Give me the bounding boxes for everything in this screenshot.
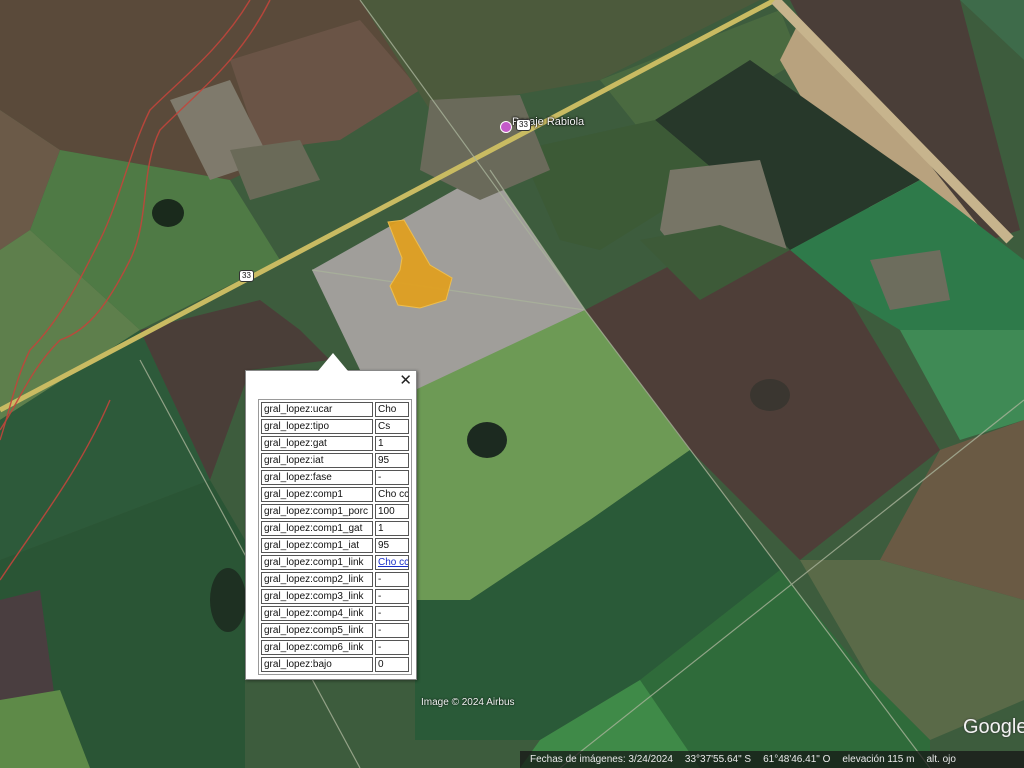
attribute-value: - (375, 623, 409, 638)
attribute-key: gral_lopez:comp6_link (261, 640, 373, 655)
table-row: gral_lopez:comp2_link - (261, 572, 409, 587)
attribute-value: - (375, 589, 409, 604)
attribute-key: gral_lopez:bajo (261, 657, 373, 672)
longitude-readout: 61°48'46.41" O (763, 754, 831, 765)
table-row: gral_lopez:comp1_iat 95 (261, 538, 409, 553)
feature-info-popup: ✕ gral_lopez:ucar Cho gral_lopez:tipo Cs gra… (245, 353, 417, 680)
attribute-value: 100 (375, 504, 409, 519)
attribute-value: - (375, 606, 409, 621)
attribute-key: gral_lopez:comp1_porc (261, 504, 373, 519)
attribute-value: 95 (375, 538, 409, 553)
attribute-key: gral_lopez:gat (261, 436, 373, 451)
attribute-key: gral_lopez:comp5_link (261, 623, 373, 638)
table-row: gral_lopez:gat 1 (261, 436, 409, 451)
table-row: gral_lopez:fase - (261, 470, 409, 485)
latitude-readout: 33°37'55.64" S (684, 754, 752, 765)
attribute-value: - (375, 572, 409, 587)
attribute-value: 1 (375, 436, 409, 451)
eye-altitude-readout: alt. ojo (926, 754, 956, 765)
close-icon[interactable]: ✕ (399, 373, 412, 388)
attribute-value: 1 (375, 521, 409, 536)
attribute-value: Cho (375, 402, 409, 417)
imagery-date: Fechas de imágenes: 3/24/2024 (530, 754, 673, 765)
table-row: gral_lopez:comp4_link - (261, 606, 409, 621)
place-marker-icon[interactable] (500, 121, 512, 133)
attribute-link[interactable]: Cho cc (375, 555, 409, 570)
attribute-value: - (375, 640, 409, 655)
status-bar: Fechas de imágenes: 3/24/2024 33°37'55.6… (520, 751, 1024, 768)
table-row: gral_lopez:comp1_link Cho cc (261, 555, 409, 570)
attribute-key: gral_lopez:fase (261, 470, 373, 485)
route-shield-icon: 33 (239, 270, 254, 282)
attribute-key: gral_lopez:comp2_link (261, 572, 373, 587)
table-row: gral_lopez:bajo 0 (261, 657, 409, 672)
attribute-key: gral_lopez:comp1_link (261, 555, 373, 570)
route-shield-icon: 33 (516, 119, 531, 131)
imagery-credit: Image © 2024 Airbus (421, 697, 515, 708)
table-row: gral_lopez:comp1_gat 1 (261, 521, 409, 536)
table-row: gral_lopez:iat 95 (261, 453, 409, 468)
table-row: gral_lopez:comp1 Cho cc (261, 487, 409, 502)
table-row: gral_lopez:comp5_link - (261, 623, 409, 638)
attribute-key: gral_lopez:comp1 (261, 487, 373, 502)
attribute-table: gral_lopez:ucar Cho gral_lopez:tipo Cs gral_… (258, 399, 412, 675)
table-row: gral_lopez:ucar Cho (261, 402, 409, 417)
attribute-key: gral_lopez:comp1_iat (261, 538, 373, 553)
attribute-key: gral_lopez:ucar (261, 402, 373, 417)
attribute-key: gral_lopez:comp1_gat (261, 521, 373, 536)
table-row: gral_lopez:tipo Cs (261, 419, 409, 434)
google-logo: Google (963, 716, 1024, 738)
table-row: gral_lopez:comp3_link - (261, 589, 409, 604)
elevation-readout: elevación 115 m (842, 754, 915, 765)
attribute-value: Cs (375, 419, 409, 434)
table-row: gral_lopez:comp6_link - (261, 640, 409, 655)
attribute-value: Cho cc (375, 487, 409, 502)
table-row: gral_lopez:comp1_porc 100 (261, 504, 409, 519)
attribute-value: - (375, 470, 409, 485)
attribute-key: gral_lopez:comp3_link (261, 589, 373, 604)
attribute-key: gral_lopez:tipo (261, 419, 373, 434)
attribute-key: gral_lopez:iat (261, 453, 373, 468)
attribute-value: 95 (375, 453, 409, 468)
attribute-value: 0 (375, 657, 409, 672)
attribute-key: gral_lopez:comp4_link (261, 606, 373, 621)
